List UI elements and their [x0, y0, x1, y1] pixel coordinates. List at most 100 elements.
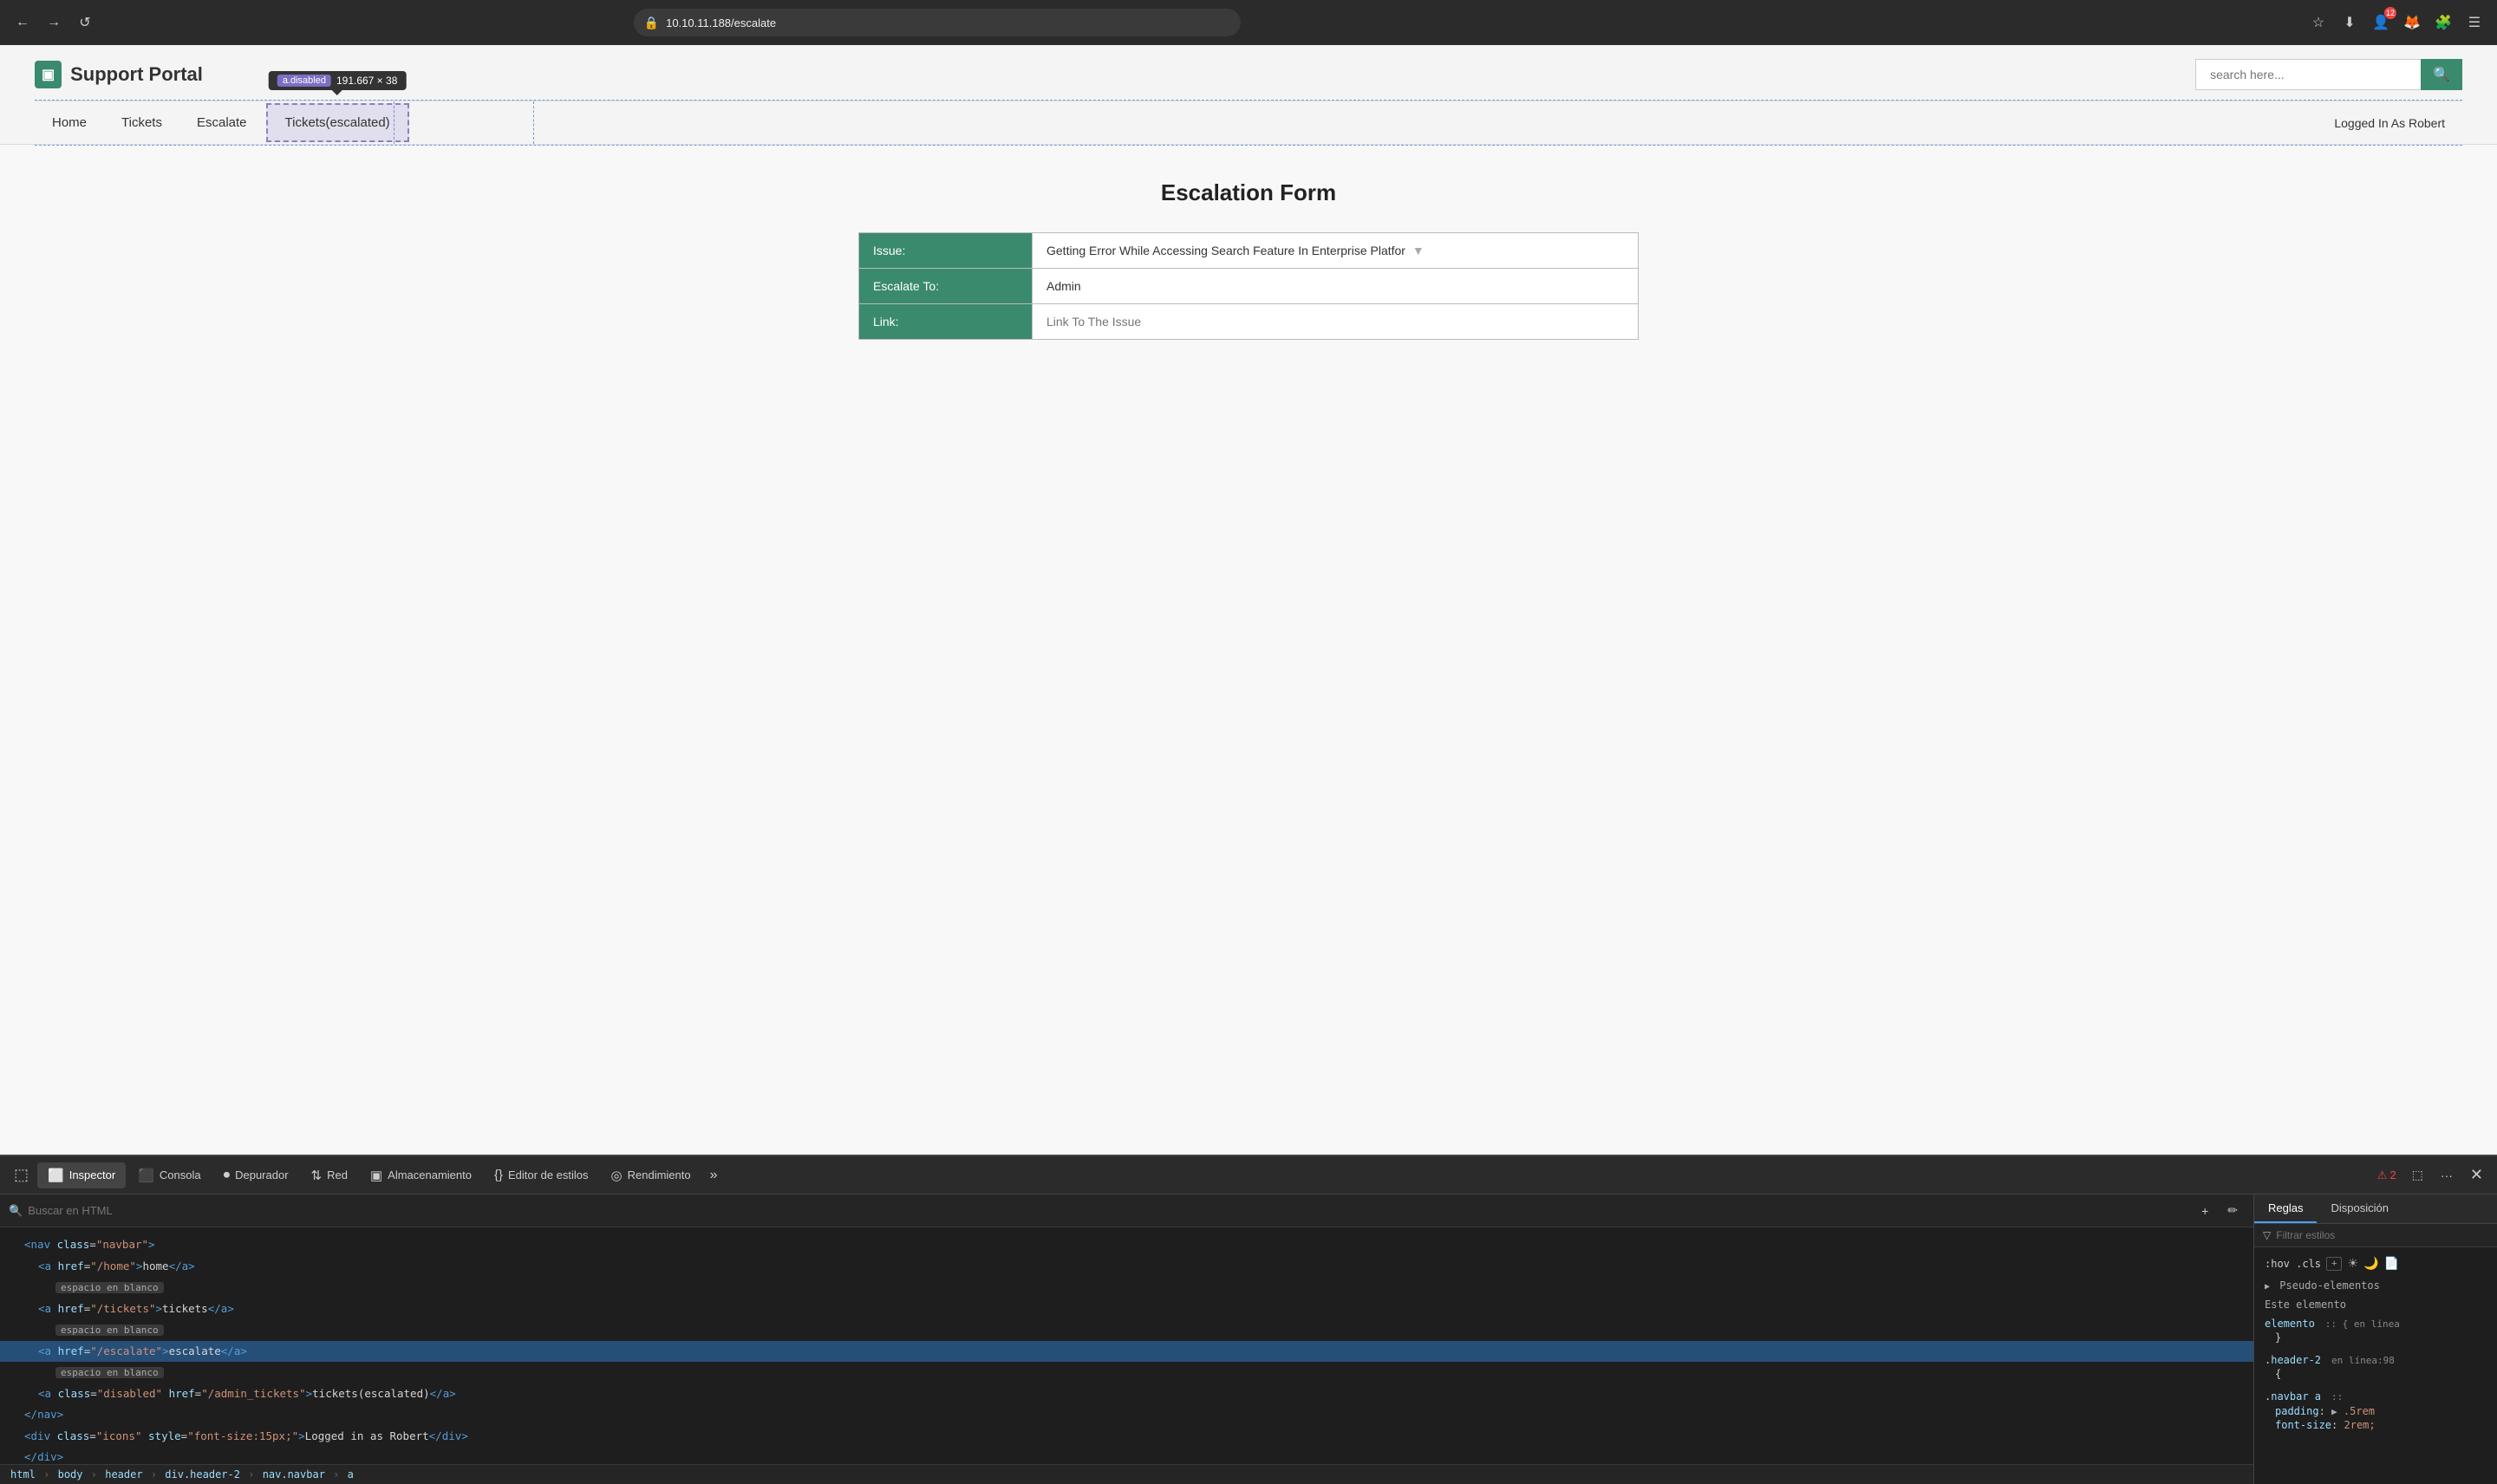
html-search-bar: 🔍 + ✏ — [0, 1194, 2253, 1227]
picker-button[interactable]: ✏ — [2220, 1200, 2245, 1221]
dock-button[interactable]: ⬚ — [2405, 1164, 2430, 1186]
este-elemento-section: Este elemento — [2265, 1298, 2487, 1311]
refresh-button[interactable]: ↺ — [73, 10, 97, 35]
rule-navbar-a-header: .navbar a :: — [2265, 1390, 2487, 1403]
tab-debugger[interactable]: ⏺ Depurador — [213, 1162, 299, 1188]
performance-icon: ◎ — [611, 1168, 623, 1183]
tab-performance[interactable]: ◎ Rendimiento — [601, 1162, 701, 1188]
tooltip-dimensions: 191.667 × 38 — [336, 75, 397, 87]
browser-chrome: ← → ↺ 🔒 10.10.11.188/escalate ☆ ⬇ 👤 12 🦊… — [0, 0, 2497, 45]
pseudo-elements-section[interactable]: ▶ Pseudo-elementos — [2265, 1279, 2487, 1292]
nav-tickets-escalated-wrapper: a.disabled 191.667 × 38 Tickets(escalate… — [264, 101, 411, 144]
debugger-label: Depurador — [235, 1168, 288, 1181]
ellipsis-button[interactable]: ··· — [2434, 1165, 2460, 1186]
link-input[interactable] — [1046, 315, 1624, 329]
rule-elemento-header: elemento :: { en línea — [2265, 1318, 2487, 1330]
filter-icon: ▽ — [2263, 1229, 2271, 1241]
link-value — [1033, 304, 1639, 340]
html-whitespace-3: espacio en blanco — [0, 1362, 2253, 1383]
html-div-icons[interactable]: <div class="icons" style="font-size:15px… — [0, 1426, 2253, 1448]
add-rule-button[interactable]: + — [2326, 1257, 2342, 1271]
bookmark-button[interactable]: ☆ — [2306, 10, 2331, 35]
html-a-disabled[interactable]: <a class="disabled" href="/admin_tickets… — [0, 1383, 2253, 1405]
back-button[interactable]: ← — [10, 10, 35, 35]
rule-navbar-a-body: padding: ▶ .5rem font-size: 2rem; — [2265, 1404, 2487, 1432]
devtools-body: 🔍 + ✏ <nav class="navbar"> <a href="/hom… — [0, 1194, 2497, 1484]
profile-button[interactable]: 👤 12 — [2369, 10, 2393, 35]
screenshot-button[interactable]: 📄 — [2383, 1256, 2398, 1271]
network-icon: ⇅ — [311, 1168, 323, 1183]
more-tabs-button[interactable]: » — [703, 1164, 725, 1187]
logged-in-label: Logged In As Robert — [2317, 106, 2462, 140]
nav-tickets[interactable]: Tickets — [104, 105, 179, 140]
search-icon: 🔍 — [9, 1204, 23, 1218]
tab-network[interactable]: ⇅ Red — [301, 1162, 358, 1188]
extensions-button[interactable]: 🧩 — [2431, 10, 2455, 35]
rule-padding-prop: padding: ▶ .5rem — [2275, 1404, 2487, 1418]
tab-style-editor[interactable]: {} Editor de estilos — [484, 1162, 599, 1188]
nav-tickets-escalated[interactable]: Tickets(escalated) — [266, 103, 409, 142]
rules-tabs: Reglas Disposición — [2254, 1194, 2497, 1224]
escalation-form: Issue: Getting Error While Accessing Sea… — [858, 232, 1639, 340]
html-a-home[interactable]: <a href="/home">home</a> — [0, 1256, 2253, 1278]
dashed-vertical-right — [533, 101, 534, 144]
tab-storage[interactable]: ▣ Almacenamiento — [360, 1162, 482, 1188]
bc-nav-navbar[interactable]: nav.navbar — [263, 1468, 325, 1481]
html-a-tickets[interactable]: <a href="/tickets">tickets</a> — [0, 1298, 2253, 1320]
html-nav-open[interactable]: <nav class="navbar"> — [0, 1234, 2253, 1256]
html-search-input[interactable] — [28, 1204, 2189, 1217]
tooltip: a.disabled 191.667 × 38 — [269, 71, 407, 90]
tab-console[interactable]: ⬛ Consola — [127, 1162, 211, 1188]
bc-html[interactable]: html — [10, 1468, 36, 1481]
bc-a[interactable]: a — [348, 1468, 354, 1481]
issue-text: Getting Error While Accessing Search Fea… — [1046, 244, 1405, 257]
hov-cls-label: :hov .cls — [2265, 1258, 2321, 1270]
storage-label: Almacenamiento — [388, 1168, 472, 1181]
html-div-close[interactable]: </div> — [0, 1447, 2253, 1464]
html-a-escalate[interactable]: <a href="/escalate">escalate</a> — [0, 1341, 2253, 1363]
brand: ▣ Support Portal — [35, 61, 203, 88]
site-main: Escalation Form Issue: Getting Error Whi… — [0, 145, 2497, 374]
tab-disposicion[interactable]: Disposición — [2317, 1194, 2402, 1223]
error-badge: ⚠ 2 — [2372, 1167, 2402, 1184]
tab-reglas[interactable]: Reglas — [2254, 1194, 2317, 1223]
search-button[interactable]: 🔍 — [2421, 59, 2462, 90]
site-navbar: Home Tickets Escalate a.disabled 191.667… — [35, 101, 2462, 144]
style-editor-icon: {} — [494, 1168, 503, 1182]
close-devtools-button[interactable]: ✕ — [2463, 1162, 2490, 1188]
bc-body[interactable]: body — [58, 1468, 83, 1481]
escalate-to-value: Admin — [1033, 269, 1639, 304]
expand-padding-icon[interactable]: ▶ — [2331, 1406, 2337, 1417]
search-area: 🔍 — [2195, 59, 2462, 90]
html-nav-close[interactable]: </nav> — [0, 1404, 2253, 1426]
bc-div-header-2[interactable]: div.header-2 — [165, 1468, 240, 1481]
console-icon: ⬛ — [138, 1168, 154, 1183]
rule-source-navbar-a: :: — [2331, 1391, 2343, 1403]
website-content: ▣ Support Portal 🔍 Home Tickets Escalate… — [0, 45, 2497, 1155]
element-picker-button[interactable]: ⬚ — [7, 1162, 36, 1188]
dark-mode-button[interactable]: 🌙 — [2363, 1256, 2378, 1271]
brand-icon: ▣ — [35, 61, 62, 88]
rule-elemento-body: } — [2265, 1331, 2487, 1344]
nav-home[interactable]: Home — [35, 105, 104, 140]
browser-icons: ☆ ⬇ 👤 12 🦊 🧩 ☰ — [2306, 10, 2487, 35]
add-node-button[interactable]: + — [2194, 1201, 2215, 1221]
pseudo-elements-label: Pseudo-elementos — [2279, 1279, 2380, 1292]
firefox-button[interactable]: 🦊 — [2400, 10, 2424, 35]
bc-header[interactable]: header — [105, 1468, 142, 1481]
nav-escalate[interactable]: Escalate — [179, 105, 264, 140]
escalate-to-label: Escalate To: — [859, 269, 1033, 304]
issue-dropdown-icon[interactable]: ▼ — [1412, 244, 1425, 257]
style-editor-label: Editor de estilos — [508, 1168, 589, 1181]
download-button[interactable]: ⬇ — [2337, 10, 2362, 35]
filter-styles-input[interactable] — [2276, 1229, 2488, 1241]
search-input[interactable] — [2195, 59, 2421, 90]
rule-font-size-prop: font-size: 2rem; — [2275, 1418, 2487, 1432]
address-bar[interactable]: 🔒 10.10.11.188/escalate — [634, 9, 1241, 36]
html-tree: <nav class="navbar"> <a href="/home">hom… — [0, 1227, 2253, 1464]
light-mode-button[interactable]: ☀ — [2347, 1256, 2358, 1271]
rules-panel: Reglas Disposición ▽ :hov .cls + ☀ 🌙 📄 — [2254, 1194, 2497, 1484]
tab-inspector[interactable]: ⬜ Inspector — [37, 1162, 126, 1188]
menu-button[interactable]: ☰ — [2462, 10, 2487, 35]
forward-button[interactable]: → — [42, 10, 66, 35]
